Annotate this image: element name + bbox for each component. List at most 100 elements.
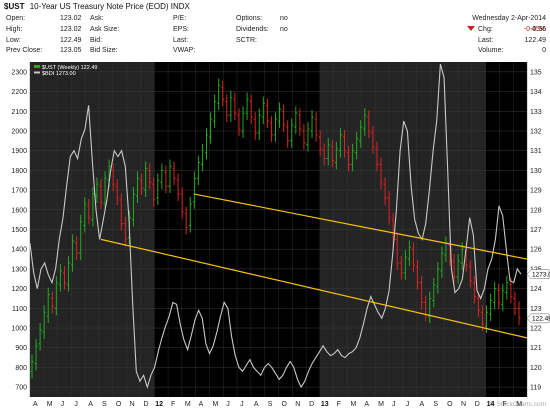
x-tick-label: F [171, 401, 175, 408]
y-left-tick-label: 1000 [11, 326, 27, 333]
y-left-tick-label: 1200 [11, 286, 27, 293]
stat-label: Volume: [478, 47, 503, 54]
y-right-tick-label: 121 [530, 345, 542, 352]
quote-value: no [280, 15, 288, 22]
y-right-tick-label: 130 [530, 168, 542, 175]
y-right-tick-label: 119 [530, 385, 541, 392]
x-tick-label: J [226, 401, 230, 408]
x-tick-label: M [351, 401, 357, 408]
y-right-tick-label: 135 [530, 69, 542, 76]
quote-label: VWAP: [173, 47, 195, 54]
x-tick-label: M [378, 401, 384, 408]
x-tick-label: O [116, 401, 122, 408]
x-tick-label: S [102, 401, 107, 408]
y-right-tick-label: 120 [530, 365, 542, 372]
svg-text:1273.00: 1273.00 [532, 272, 550, 279]
x-tick-label: O [282, 401, 288, 408]
y-left-tick-label: 1800 [11, 168, 27, 175]
stat-value: -0.56 [530, 26, 546, 33]
quote-value: 123.05 [60, 47, 82, 54]
x-tick-label: 12 [155, 401, 163, 408]
x-tick-label: N [461, 401, 466, 408]
x-tick-label: M [516, 401, 522, 408]
quote-label: Options: [236, 15, 262, 22]
legend-swatch-bdi [34, 71, 40, 74]
x-tick-label: F [502, 401, 506, 408]
y-left-tick-label: 1900 [11, 148, 27, 155]
quote-label: EPS: [173, 26, 189, 33]
x-tick-label: J [74, 401, 78, 408]
x-tick-label: A [33, 401, 38, 408]
y-left-tick-label: 2100 [11, 109, 27, 116]
y-left-tick-label: 2300 [11, 69, 27, 76]
quote-fields: Open: 123.02 High: 123.02 Low: 122.49 Prev Clo… [6, 15, 546, 54]
quote-label: Ask: [90, 15, 104, 22]
y-left-tick-label: 900 [15, 345, 27, 352]
x-tick-label: A [420, 401, 425, 408]
y-left-tick-label: 1700 [11, 188, 27, 195]
y-left-tick-label: 800 [15, 365, 27, 372]
quote-label: Prev Close: [6, 47, 42, 54]
x-tick-label: A [254, 401, 259, 408]
quote-label: Last: [173, 37, 188, 44]
y-right-tick-label: 122 [530, 326, 542, 333]
y-left-tick-label: 1300 [11, 266, 27, 273]
quote-label: Bid: [90, 37, 102, 44]
quote-date: Wednesday 2-Apr-2014 [472, 15, 546, 22]
quote-label: Dividends: [236, 26, 269, 33]
quote-value: 122.49 [60, 37, 82, 44]
y-left-tick-label: 1400 [11, 247, 27, 254]
quote-label: Ask Size: [90, 26, 119, 33]
x-tick-label: S [433, 401, 438, 408]
quote-label: Open: [6, 15, 25, 22]
y-left-tick-label: 2000 [11, 128, 27, 135]
x-tick-label: J [240, 401, 244, 408]
y-left-tick-label: 700 [15, 385, 27, 392]
chart-title: 10-Year US Treasury Note Price (EOD) IND… [30, 2, 191, 11]
y-left-tick-label: 2200 [11, 89, 27, 96]
legend-swatch-ust [34, 65, 40, 68]
x-tick-label: D [143, 401, 148, 408]
x-tick-label: 14 [487, 401, 495, 408]
y-left-tick-label: 1500 [11, 227, 27, 234]
x-tick-label: M [47, 401, 53, 408]
y-right-tick-label: 127 [530, 227, 542, 234]
x-tick-label: N [130, 401, 135, 408]
x-tick-label: F [337, 401, 341, 408]
y-right-tick-label: 124 [530, 286, 542, 293]
y-right-tick-label: 131 [530, 148, 542, 155]
x-tick-label: 13 [321, 401, 329, 408]
ust-price-tag: 122.49 [526, 313, 550, 324]
x-tick-label: A [364, 401, 369, 408]
down-arrow-icon [467, 26, 475, 31]
y-right-tick-label: 129 [530, 188, 542, 195]
quote-value: 123.02 [60, 15, 82, 22]
y-right-tick-label: 133 [530, 109, 542, 116]
x-tick-label: N [295, 401, 300, 408]
x-tick-label: J [392, 401, 396, 408]
x-tick-label: A [199, 401, 204, 408]
stat-label: Chg: [478, 26, 493, 33]
x-tick-label: S [268, 401, 273, 408]
stat-value: 0 [542, 47, 546, 54]
quote-label: P/E: [173, 15, 186, 22]
plot-area: 700 800 900 1000 1100 1200 1300 1400 1500 1600 170… [11, 62, 550, 408]
x-tick-label: M [212, 401, 218, 408]
legend-bdi: $BDI 1273.00 [42, 71, 76, 77]
quote-label: SCTR: [236, 37, 257, 44]
quote-label: High: [6, 26, 22, 33]
svg-text:$UST 10-Year US Treasury: $UST 10-Year US Treasury Note Price (EOD… [4, 2, 191, 11]
quote-label: Low: [6, 37, 21, 44]
quote-value: 123.02 [60, 26, 82, 33]
y-right-tick-label: 128 [530, 207, 542, 214]
x-tick-label: M [185, 401, 191, 408]
x-tick-label: O [447, 401, 453, 408]
svg-text:122.49: 122.49 [532, 316, 550, 323]
stat-value: 122.49 [525, 37, 547, 44]
quote-label: Bid Size: [90, 47, 118, 54]
price-chart: $UST 10-Year US Treasury Note Price (EOD… [4, 2, 550, 408]
y-right-tick-label: 126 [530, 247, 542, 254]
x-tick-label: D [475, 401, 480, 408]
symbol: $UST [4, 2, 25, 11]
x-tick-label: A [88, 401, 93, 408]
